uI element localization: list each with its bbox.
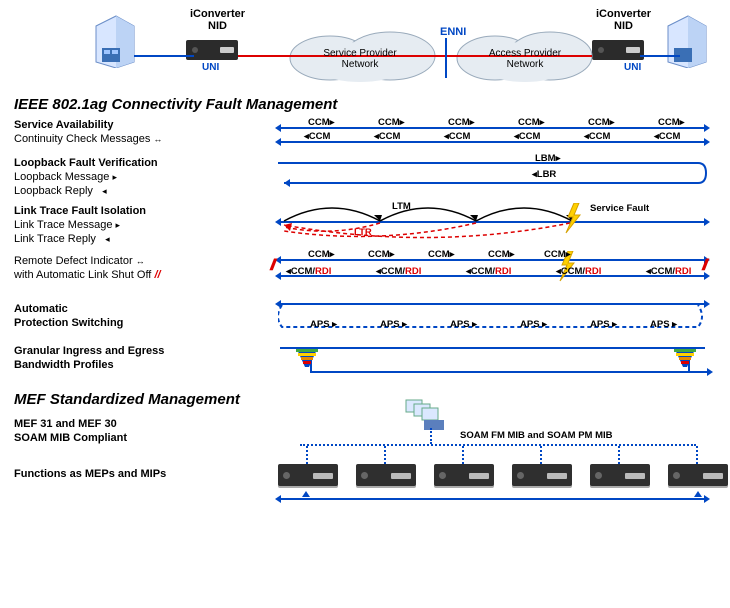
ccm-line-top	[280, 127, 705, 129]
link-line	[640, 55, 680, 57]
lbr-label: ◂LBR	[532, 169, 556, 180]
section1-title: IEEE 802.1ag Connectivity Fault Manageme…	[14, 96, 730, 113]
rdi-label: Remote Defect Indicator ↔ with Automatic…	[14, 255, 161, 283]
device-icon	[356, 464, 416, 486]
ccm-label: CCM▸	[378, 117, 404, 128]
aps-label: Automatic Protection Switching	[14, 303, 123, 331]
rdi-row: Remote Defect Indicator ↔ with Automatic…	[0, 251, 730, 295]
ccm-label: ◂CCM	[654, 131, 680, 142]
funnel-left-icon	[294, 345, 320, 371]
slash-left-icon: //	[270, 257, 273, 275]
drop	[618, 446, 620, 464]
ltm-label: LTM	[392, 201, 411, 212]
ccm-label: ◂CCM	[514, 131, 540, 142]
mef-label: MEF 31 and MEF 30 SOAM MIB Compliant	[14, 418, 127, 446]
ccm-label: CCM▸	[308, 249, 334, 260]
aps-dashed-path-icon	[278, 303, 708, 331]
linktrace-row: Link Trace Fault Isolation Link Trace Me…	[0, 201, 730, 251]
ccm-label: ◂CCM	[304, 131, 330, 142]
link-line	[134, 55, 194, 57]
aps-label: APS ▸	[450, 319, 477, 330]
loopback-row: Loopback Fault Verification Loopback Mes…	[0, 155, 730, 201]
bandwidth-row: Granular Ingress and Egress Bandwidth Pr…	[0, 339, 730, 383]
ccm-label: ◂CCM	[584, 131, 610, 142]
ccm-label: CCM▸	[368, 249, 394, 260]
mef-row: MEF 31 and MEF 30 SOAM MIB Compliant SOA…	[0, 414, 730, 458]
building-left-icon	[90, 12, 138, 68]
drop	[306, 446, 308, 464]
cloud-access-provider: Access Provider Network	[450, 30, 600, 80]
aps-label: APS ▸	[590, 319, 617, 330]
ltr-label: LTR	[354, 227, 372, 238]
uni-label-left: UNI	[202, 62, 219, 73]
topology-header: iConverter NID UNI iConverter NID UNI EN…	[0, 0, 730, 88]
ccm-label: CCM▸	[588, 117, 614, 128]
mib-dotted-line	[300, 444, 696, 446]
device-icon	[668, 464, 728, 486]
nid-label-left: iConverter NID	[190, 8, 245, 32]
loopback-label: Loopback Fault Verification Loopback Mes…	[14, 157, 158, 198]
ccmrdi-label: ◂CCM/RDI	[646, 266, 691, 277]
drop	[462, 446, 464, 464]
nid-device-left-icon	[186, 40, 238, 60]
mep-triangle-icon	[694, 491, 702, 497]
nid-label-right: iConverter NID	[596, 8, 651, 32]
bandwidth-label: Granular Ingress and Egress Bandwidth Pr…	[14, 345, 164, 373]
lbm-label: LBM▸	[535, 153, 560, 164]
cloud-right-text: Access Provider Network	[450, 30, 600, 70]
device-icon	[512, 464, 572, 486]
ccmrdi-label: ◂CCM/RDI	[376, 266, 421, 277]
ccm-label: CCM▸	[308, 117, 334, 128]
ccm-label: CCM▸	[544, 249, 570, 260]
loopback-path-icon	[278, 159, 710, 193]
ltr-arcs-icon	[280, 221, 580, 247]
mep-triangle-icon	[302, 491, 310, 497]
server-stack-icon	[404, 398, 450, 432]
building-right-icon	[662, 12, 710, 68]
ccm-label: CCM▸	[428, 249, 454, 260]
soam-mib-label: SOAM FM MIB and SOAM PM MIB	[460, 430, 613, 441]
ccm-label: CCM▸	[488, 249, 514, 260]
ccm-line-bot	[280, 141, 705, 143]
service-fault-label: Service Fault	[590, 203, 649, 214]
mib-dotted-v	[430, 428, 432, 444]
enni-divider	[445, 38, 447, 78]
drop	[384, 446, 386, 464]
meps-row: Functions as MEPs and MIPs	[0, 458, 730, 508]
cloud-left-text: Service Provider Network	[280, 30, 440, 70]
aps-label: APS ▸	[520, 319, 547, 330]
ccm-label: CCM▸	[658, 117, 684, 128]
ccmrdi-label: ◂CCM/RDI	[466, 266, 511, 277]
drop	[540, 446, 542, 464]
device-icon	[434, 464, 494, 486]
service-availability-row: Service Availability Continuity Check Me…	[0, 119, 730, 155]
section2-title: MEF Standardized Management	[14, 391, 730, 408]
bw-line-top	[280, 347, 705, 349]
ccm-label: CCM▸	[448, 117, 474, 128]
funnel-right-icon	[672, 345, 698, 371]
ccm-label: ◂CCM	[374, 131, 400, 142]
device-icon	[590, 464, 650, 486]
aps-label: APS ▸	[310, 319, 337, 330]
aps-label: APS ▸	[650, 319, 677, 330]
linktrace-label: Link Trace Fault Isolation Link Trace Me…	[14, 205, 146, 246]
ccm-label: ◂CCM	[444, 131, 470, 142]
device-icon	[278, 464, 338, 486]
bw-line-bot	[310, 371, 708, 373]
ccm-label: CCM▸	[518, 117, 544, 128]
ccmrdi-label: ◂CCM/RDI	[286, 266, 331, 277]
slash-right-icon: //	[702, 257, 705, 275]
lightning-icon	[564, 203, 584, 237]
aps-label: APS ▸	[380, 319, 407, 330]
meps-line	[280, 498, 705, 500]
aps-row: Automatic Protection Switching APS ▸ APS…	[0, 295, 730, 339]
uni-label-right: UNI	[624, 62, 641, 73]
cloud-service-provider: Service Provider Network	[280, 30, 440, 80]
drop	[696, 446, 698, 464]
meps-label: Functions as MEPs and MIPs	[14, 468, 166, 482]
ccmrdi-label: ◂CCM/RDI	[556, 266, 601, 277]
service-availability-label: Service Availability Continuity Check Me…	[14, 119, 162, 147]
